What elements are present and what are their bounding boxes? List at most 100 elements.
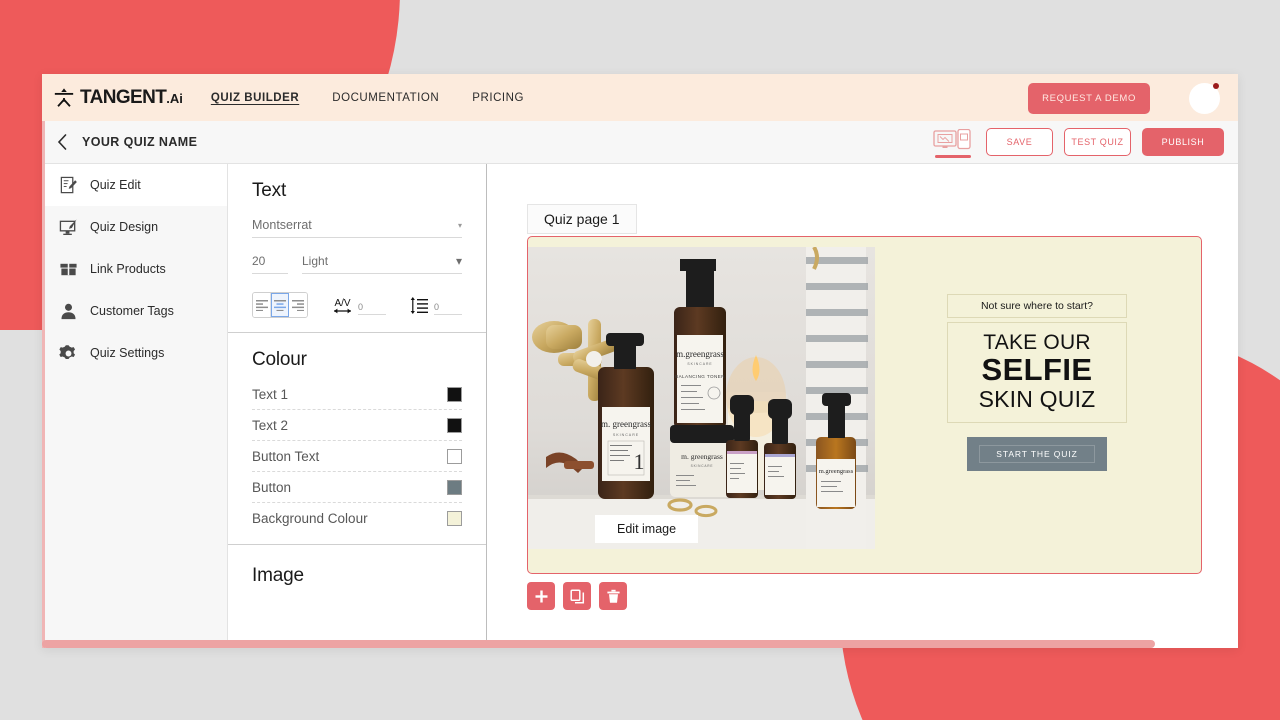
main-body: Quiz Edit Quiz Design Link Products Cust… <box>42 164 1238 648</box>
svg-text:m. greengrass: m. greengrass <box>681 452 723 461</box>
sidebar-left-edge <box>42 121 45 648</box>
quiz-subheader: YOUR QUIZ NAME SAVE TEST QUIZ PUBLISH <box>42 121 1238 164</box>
line-height-icon <box>410 297 428 314</box>
sidebar-item-link-products[interactable]: Link Products <box>42 248 227 290</box>
colour-row-button-text[interactable]: Button Text <box>252 441 462 472</box>
quiz-settings-icon <box>58 343 78 363</box>
colour-swatch-button-text[interactable] <box>447 448 462 464</box>
properties-panel: Text Montserrat ▾ 20 Light ▾ A/V 0 0 Col… <box>228 164 487 648</box>
text-controls-row: A/V 0 0 <box>252 292 462 318</box>
quiz-edit-icon <box>58 175 78 195</box>
svg-text:SKINCARE: SKINCARE <box>687 362 712 366</box>
colour-label: Text 1 <box>252 386 289 402</box>
svg-text:A/V: A/V <box>334 298 350 309</box>
slide-actions <box>527 582 627 610</box>
nav-link-quiz-builder[interactable]: QUIZ BUILDER <box>211 88 299 108</box>
svg-text:m. greengrass: m. greengrass <box>601 419 651 429</box>
colour-row-text-1[interactable]: Text 1 <box>252 379 462 410</box>
colour-swatch-text-1[interactable] <box>447 386 462 402</box>
colour-section: Colour Text 1 Text 2 Button Text Button <box>228 333 486 545</box>
sidebar-item-label: Quiz Edit <box>90 178 141 192</box>
sidebar-item-customer-tags[interactable]: Customer Tags <box>42 290 227 332</box>
letter-spacing-input[interactable]: 0 <box>358 302 386 315</box>
colour-row-text-2[interactable]: Text 2 <box>252 410 462 441</box>
start-quiz-button-label: START THE QUIZ <box>979 444 1095 463</box>
skincare-product-photo: m. greengrass SKINCARE 1 m.greengrass SK… <box>528 247 875 549</box>
align-center-button[interactable] <box>271 293 290 317</box>
device-toggle-underline <box>935 155 971 158</box>
edit-image-button[interactable]: Edit image <box>595 515 699 543</box>
save-button[interactable]: SAVE <box>986 128 1053 156</box>
add-slide-button[interactable] <box>527 582 555 610</box>
sidebar-item-label: Customer Tags <box>90 304 174 318</box>
colour-row-background[interactable]: Background Colour <box>252 503 462 534</box>
headline-line-2: SELFIE <box>981 352 1093 388</box>
page-tab-quiz-page-1[interactable]: Quiz page 1 <box>527 204 637 234</box>
page-title: YOUR QUIZ NAME <box>82 135 198 149</box>
chevron-left-icon <box>57 134 66 150</box>
top-navbar: TANGENT.Ai QUIZ BUILDER DOCUMENTATION PR… <box>42 74 1238 121</box>
colour-section-title: Colour <box>252 349 307 370</box>
back-button[interactable] <box>42 134 82 150</box>
publish-button[interactable]: PUBLISH <box>1142 128 1224 156</box>
colour-swatch-button[interactable] <box>447 479 462 495</box>
colour-label: Background Colour <box>252 511 368 526</box>
duplicate-slide-button[interactable] <box>563 582 591 610</box>
line-height-input[interactable]: 0 <box>434 302 462 315</box>
brand-name: TANGENT.Ai <box>80 86 183 108</box>
brand-suffix: .Ai <box>166 90 183 106</box>
font-weight-select[interactable]: Light ▾ <box>302 254 462 274</box>
text-section-title: Text <box>252 180 287 201</box>
colour-swatch-background[interactable] <box>447 511 462 526</box>
link-products-icon <box>58 259 78 279</box>
device-preview-toggle[interactable] <box>931 126 975 158</box>
nav-link-pricing[interactable]: PRICING <box>472 88 524 108</box>
align-right-button[interactable] <box>289 293 307 317</box>
quiz-canvas: Quiz page 1 m. greengrass SKINCARE 1 m.g… <box>487 164 1238 648</box>
image-section-title: Image <box>252 565 304 586</box>
alignment-group <box>252 292 308 318</box>
quiz-slide[interactable]: m. greengrass SKINCARE 1 m.greengrass SK… <box>527 236 1202 574</box>
colour-label: Button <box>252 479 292 495</box>
svg-text:BALANCING TONER: BALANCING TONER <box>675 374 725 379</box>
sidebar-item-label: Link Products <box>90 262 166 276</box>
subheader-actions: SAVE TEST QUIZ PUBLISH <box>931 121 1224 163</box>
sidebar-item-label: Quiz Design <box>90 220 159 234</box>
sidebar-item-quiz-edit[interactable]: Quiz Edit <box>42 164 227 206</box>
horizontal-scrollbar[interactable] <box>42 640 1238 648</box>
copy-icon <box>569 588 584 604</box>
letter-spacing-icon: A/V <box>334 298 351 314</box>
chevron-down-icon: ▾ <box>455 254 462 268</box>
line-height-control: 0 <box>410 295 462 315</box>
customer-tags-icon <box>58 301 78 321</box>
sidebar-item-quiz-design[interactable]: Quiz Design <box>42 206 227 248</box>
nav-link-documentation[interactable]: DOCUMENTATION <box>332 88 439 108</box>
scrollbar-thumb[interactable] <box>42 640 1155 648</box>
sidebar: Quiz Edit Quiz Design Link Products Cust… <box>42 164 228 648</box>
brand-logo[interactable]: TANGENT.Ai <box>53 87 183 109</box>
align-left-button[interactable] <box>253 293 271 317</box>
tangent-logo-icon <box>54 87 74 107</box>
letter-spacing-control: A/V 0 <box>332 295 386 315</box>
trash-icon <box>606 589 620 603</box>
slide-subheadline[interactable]: Not sure where to start? <box>947 294 1127 318</box>
font-size-input[interactable]: 20 <box>252 254 288 274</box>
desktop-mobile-preview-icon <box>933 129 971 150</box>
colour-swatch-text-2[interactable] <box>447 417 462 433</box>
svg-text:m.greengrass: m.greengrass <box>819 468 854 475</box>
font-weight-value: Light <box>302 254 329 268</box>
start-quiz-button[interactable]: START THE QUIZ <box>967 436 1107 471</box>
text-section: Text Montserrat ▾ 20 Light ▾ A/V 0 0 <box>228 164 486 333</box>
request-demo-button[interactable]: REQUEST A DEMO <box>1028 83 1150 114</box>
colour-row-button[interactable]: Button <box>252 472 462 503</box>
slide-headline[interactable]: TAKE OUR SELFIE SKIN QUIZ <box>947 322 1127 423</box>
svg-text:1: 1 <box>634 449 645 474</box>
font-family-select[interactable]: Montserrat ▾ <box>252 218 462 238</box>
slide-image[interactable]: m. greengrass SKINCARE 1 m.greengrass SK… <box>528 247 875 549</box>
sidebar-item-quiz-settings[interactable]: Quiz Settings <box>42 332 227 374</box>
plus-icon <box>535 590 547 602</box>
delete-slide-button[interactable] <box>599 582 627 610</box>
headline-line-3: SKIN QUIZ <box>978 385 1096 412</box>
svg-text:SKINCARE: SKINCARE <box>691 464 714 468</box>
test-quiz-button[interactable]: TEST QUIZ <box>1064 128 1131 156</box>
